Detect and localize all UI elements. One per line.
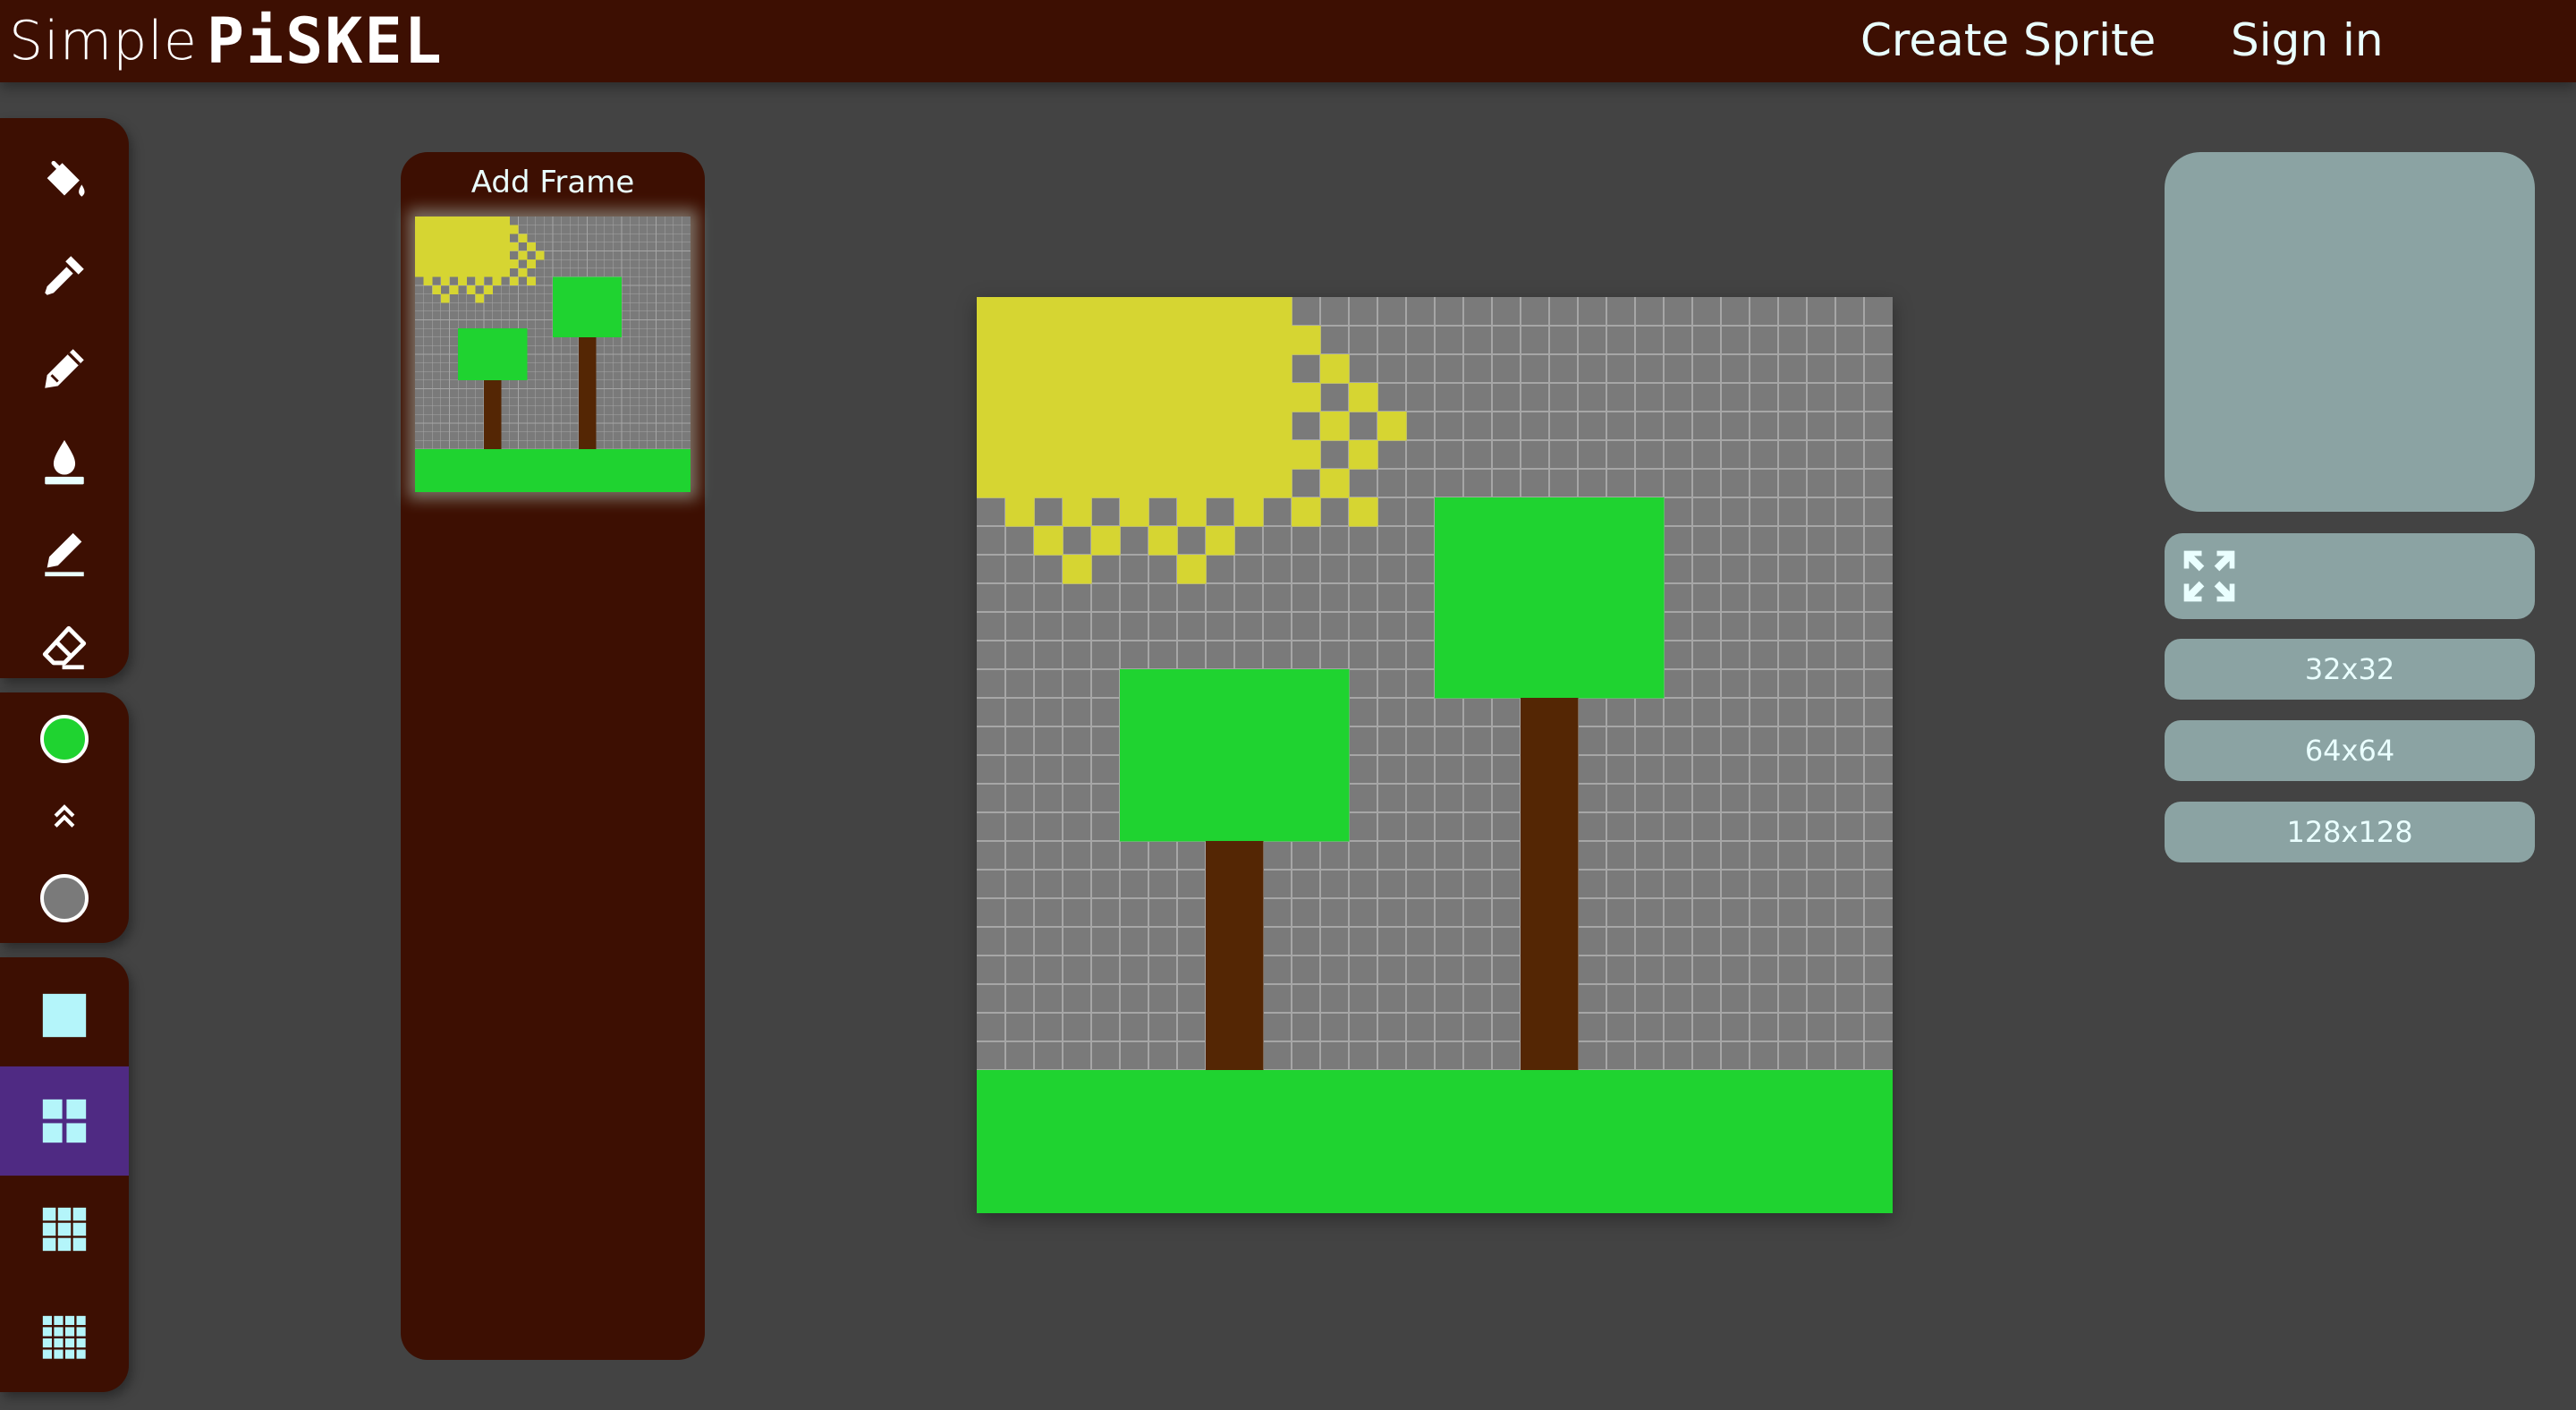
size-128-button[interactable]: 128x128 xyxy=(2165,802,2535,862)
add-frame-button[interactable]: Add Frame xyxy=(401,159,705,206)
color-panel xyxy=(0,692,129,943)
swap-colors-button[interactable] xyxy=(0,782,129,850)
brand-simple-text: Simple xyxy=(9,10,198,72)
brush-size-3[interactable] xyxy=(0,1176,129,1283)
grid-4x4-icon xyxy=(42,1315,86,1359)
pencil-icon xyxy=(45,349,84,388)
paint-bucket-icon xyxy=(47,160,85,197)
brush-size-2[interactable] xyxy=(0,1066,129,1176)
brush-size-4[interactable] xyxy=(0,1283,129,1392)
primary-color-circle xyxy=(40,715,89,763)
drawing-canvas[interactable] xyxy=(977,297,1894,1214)
primary-color-swatch[interactable] xyxy=(0,701,129,777)
brush-size-panel xyxy=(0,957,129,1392)
frame-thumbnail-image xyxy=(415,217,691,493)
color-fill-drop-icon xyxy=(45,439,84,485)
frames-panel: Add Frame xyxy=(401,152,705,1360)
drawing-tools-panel xyxy=(0,118,129,678)
top-bar: Simple PiSKEL Create Sprite Sign in xyxy=(0,0,2576,82)
eraser-icon xyxy=(42,625,87,670)
create-sprite-link[interactable]: Create Sprite xyxy=(1860,9,2156,72)
eyedropper-tool[interactable] xyxy=(0,229,129,322)
line-pencil-icon xyxy=(45,532,84,577)
app-logo[interactable]: Simple PiSKEL xyxy=(9,4,444,79)
frame-thumbnail[interactable] xyxy=(415,217,691,493)
size-32-button[interactable]: 32x32 xyxy=(2165,639,2535,700)
brush-size-1[interactable] xyxy=(0,964,129,1066)
pencil-tool[interactable] xyxy=(0,322,129,415)
square-brush-icon xyxy=(42,993,87,1038)
line-pencil-tool[interactable] xyxy=(0,508,129,601)
brand-piskel-text: PiSKEL xyxy=(206,4,444,78)
sign-in-link[interactable]: Sign in xyxy=(2231,9,2384,72)
expand-arrows-icon xyxy=(2183,550,2235,602)
secondary-color-circle xyxy=(40,874,89,922)
fullscreen-button[interactable] xyxy=(2165,533,2535,619)
animation-preview xyxy=(2165,152,2535,512)
grid-3x3-icon xyxy=(42,1207,87,1252)
size-64-button[interactable]: 64x64 xyxy=(2165,720,2535,781)
eraser-tool[interactable] xyxy=(0,601,129,694)
grid-2x2-icon xyxy=(42,1099,87,1143)
chevron-double-up-icon xyxy=(54,804,75,828)
eyedropper-icon xyxy=(45,256,84,295)
pixel-grid[interactable] xyxy=(977,297,1894,1214)
secondary-color-swatch[interactable] xyxy=(0,861,129,936)
color-fill-tool[interactable] xyxy=(0,415,129,508)
paint-bucket-tool[interactable] xyxy=(0,136,129,229)
